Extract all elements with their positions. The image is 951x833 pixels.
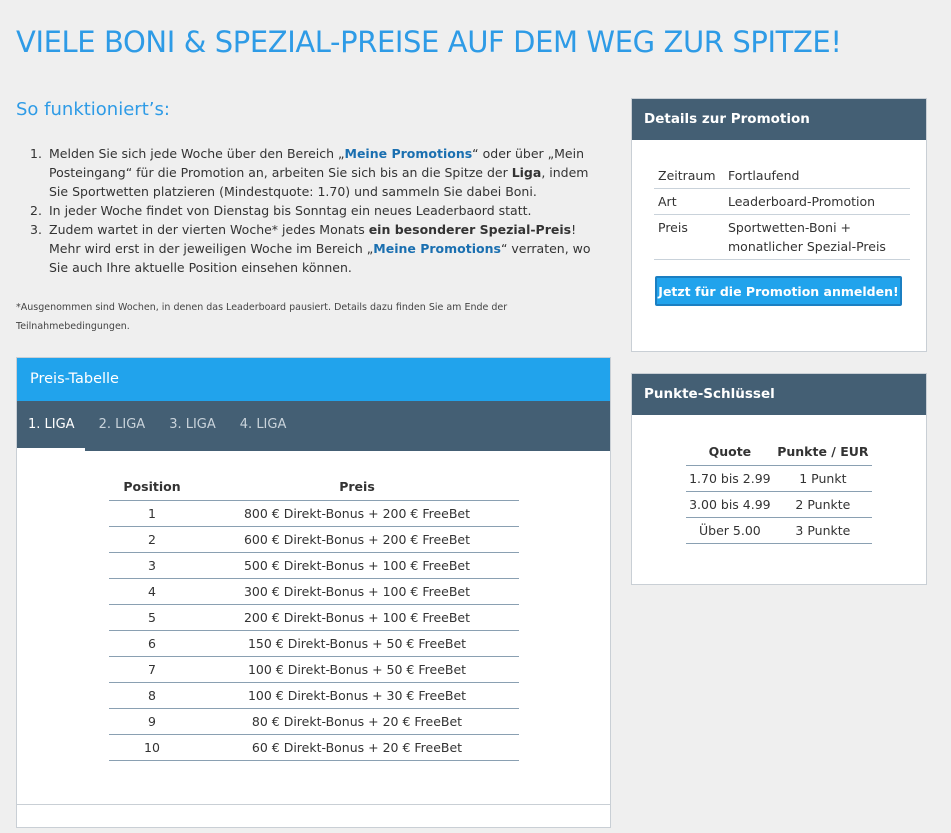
promotion-details-title: Details zur Promotion [632, 99, 926, 140]
meine-promotions-link[interactable]: Meine Promotions [345, 146, 473, 161]
step-text: In jeder Woche findet von Dienstag bis S… [49, 203, 532, 218]
step-number: 2. [30, 203, 42, 218]
odds-cell: 3.00 bis 4.99 [686, 491, 774, 518]
prize-cell: 60 € Direkt-Bonus + 20 € FreeBet [195, 734, 519, 761]
detail-value: Fortlaufend [724, 163, 910, 189]
detail-key: Zeitraum [654, 163, 724, 189]
tab-liga-4[interactable]: 4. LIGA [230, 401, 297, 451]
points-key-table: Quote Punkte / EUR 1.70 bis 2.99 1 Punkt … [686, 439, 872, 544]
detail-key: Art [654, 188, 724, 215]
step-text: Zudem wartet in der vierten Woche* jedes… [49, 222, 369, 237]
table-row: 9 80 € Direkt-Bonus + 20 € FreeBet [109, 708, 519, 735]
prize-cell: 100 € Direkt-Bonus + 30 € FreeBet [195, 682, 519, 709]
column-header-position: Position [109, 474, 195, 501]
prize-cell: 300 € Direkt-Bonus + 100 € FreeBet [195, 578, 519, 605]
step-text: Melden Sie sich jede Woche über den Bere… [49, 146, 345, 161]
position-cell: 10 [109, 734, 195, 761]
tab-liga-3[interactable]: 3. LIGA [159, 401, 226, 451]
step-bold: ein besonderer Spezial-Preis [368, 222, 572, 237]
join-promotion-button[interactable]: Jetzt für die Promotion anmelden! [655, 276, 902, 306]
prize-cell: 80 € Direkt-Bonus + 20 € FreeBet [195, 708, 519, 735]
table-row: Preis Sportwetten-Boni + monatlicher Spez… [654, 214, 910, 260]
odds-cell: Über 5.00 [686, 517, 774, 544]
column-header-points: Punkte / EUR [773, 439, 872, 466]
footnote: *Ausgenommen sind Wochen, in denen das L… [16, 302, 508, 332]
prize-cell: 800 € Direkt-Bonus + 200 € FreeBet [195, 500, 519, 527]
table-row: 4 300 € Direkt-Bonus + 100 € FreeBet [109, 578, 519, 605]
table-row: 7 100 € Direkt-Bonus + 50 € FreeBet [109, 656, 519, 683]
table-row: 2 600 € Direkt-Bonus + 200 € FreeBet [109, 526, 519, 553]
promotion-details-table: Zeitraum Fortlaufend Art Leaderboard-Promo… [654, 163, 910, 260]
promotion-details-panel: Details zur Promotion Zeitraum Fortlaufen… [631, 98, 927, 352]
table-header-row: Position Preis [109, 474, 519, 501]
position-cell: 2 [109, 526, 195, 553]
column-header-prize: Preis [195, 474, 519, 501]
prize-cell: 200 € Direkt-Bonus + 100 € FreeBet [195, 604, 519, 631]
table-row: 3.00 bis 4.99 2 Punkte [686, 491, 872, 518]
step-2: 2. In jeder Woche findet von Dienstag bi… [30, 201, 600, 220]
table-row: 3 500 € Direkt-Bonus + 100 € FreeBet [109, 552, 519, 579]
step-bold: Liga [511, 165, 542, 180]
tab-liga-1[interactable]: 1. LIGA [17, 401, 85, 451]
table-row: 1.70 bis 2.99 1 Punkt [686, 465, 872, 492]
step-number: 1. [30, 146, 42, 161]
table-row: 8 100 € Direkt-Bonus + 30 € FreeBet [109, 682, 519, 709]
prize-cell: 150 € Direkt-Bonus + 50 € FreeBet [195, 630, 519, 657]
prize-table-body: Position Preis 1 800 € Direkt-Bonus + 200… [17, 451, 610, 805]
points-key-panel: Punkte-Schlüssel Quote Punkte / EUR 1.70… [631, 373, 927, 585]
page-title: VIELE BONI & SPEZIAL-PREISE AUF DEM WEG … [16, 25, 842, 59]
table-row: 10 60 € Direkt-Bonus + 20 € FreeBet [109, 734, 519, 761]
how-it-works-title: So funktioniert’s: [16, 99, 170, 120]
table-row: 6 150 € Direkt-Bonus + 50 € FreeBet [109, 630, 519, 657]
step-number: 3. [30, 222, 42, 237]
position-cell: 3 [109, 552, 195, 579]
table-row: 5 200 € Direkt-Bonus + 100 € FreeBet [109, 604, 519, 631]
detail-value: Sportwetten-Boni + monatlicher Spezial-P… [724, 214, 910, 260]
step-1: 1. Melden Sie sich jede Woche über den B… [30, 144, 600, 201]
prize-cell: 500 € Direkt-Bonus + 100 € FreeBet [195, 552, 519, 579]
points-cell: 2 Punkte [773, 491, 872, 518]
table-row: Zeitraum Fortlaufend [654, 163, 910, 189]
meine-promotions-link[interactable]: Meine Promotions [373, 241, 501, 256]
table-row: Über 5.00 3 Punkte [686, 517, 872, 544]
position-cell: 5 [109, 604, 195, 631]
league-tabs: 1. LIGA 2. LIGA 3. LIGA 4. LIGA [17, 401, 610, 451]
position-cell: 7 [109, 656, 195, 683]
position-cell: 9 [109, 708, 195, 735]
prize-cell: 100 € Direkt-Bonus + 50 € FreeBet [195, 656, 519, 683]
position-cell: 1 [109, 500, 195, 527]
steps-list: 1. Melden Sie sich jede Woche über den B… [30, 144, 600, 277]
table-header-row: Quote Punkte / EUR [686, 439, 872, 466]
column-header-odds: Quote [686, 439, 774, 466]
position-cell: 8 [109, 682, 195, 709]
position-cell: 6 [109, 630, 195, 657]
position-cell: 4 [109, 578, 195, 605]
tab-liga-2[interactable]: 2. LIGA [89, 401, 156, 451]
prize-cell: 600 € Direkt-Bonus + 200 € FreeBet [195, 526, 519, 553]
points-cell: 3 Punkte [773, 517, 872, 544]
prize-table-panel: Preis-Tabelle 1. LIGA 2. LIGA 3. LIGA 4.… [16, 357, 611, 828]
detail-value: Leaderboard-Promotion [724, 188, 910, 215]
table-row: 1 800 € Direkt-Bonus + 200 € FreeBet [109, 500, 519, 527]
detail-key: Preis [654, 214, 724, 260]
prize-table: Position Preis 1 800 € Direkt-Bonus + 200… [109, 474, 519, 761]
table-row: Art Leaderboard-Promotion [654, 188, 910, 215]
odds-cell: 1.70 bis 2.99 [686, 465, 774, 492]
points-key-title: Punkte-Schlüssel [632, 374, 926, 415]
prize-table-title: Preis-Tabelle [17, 358, 610, 401]
step-3: 3. Zudem wartet in der vierten Woche* je… [30, 220, 600, 277]
points-cell: 1 Punkt [773, 465, 872, 492]
